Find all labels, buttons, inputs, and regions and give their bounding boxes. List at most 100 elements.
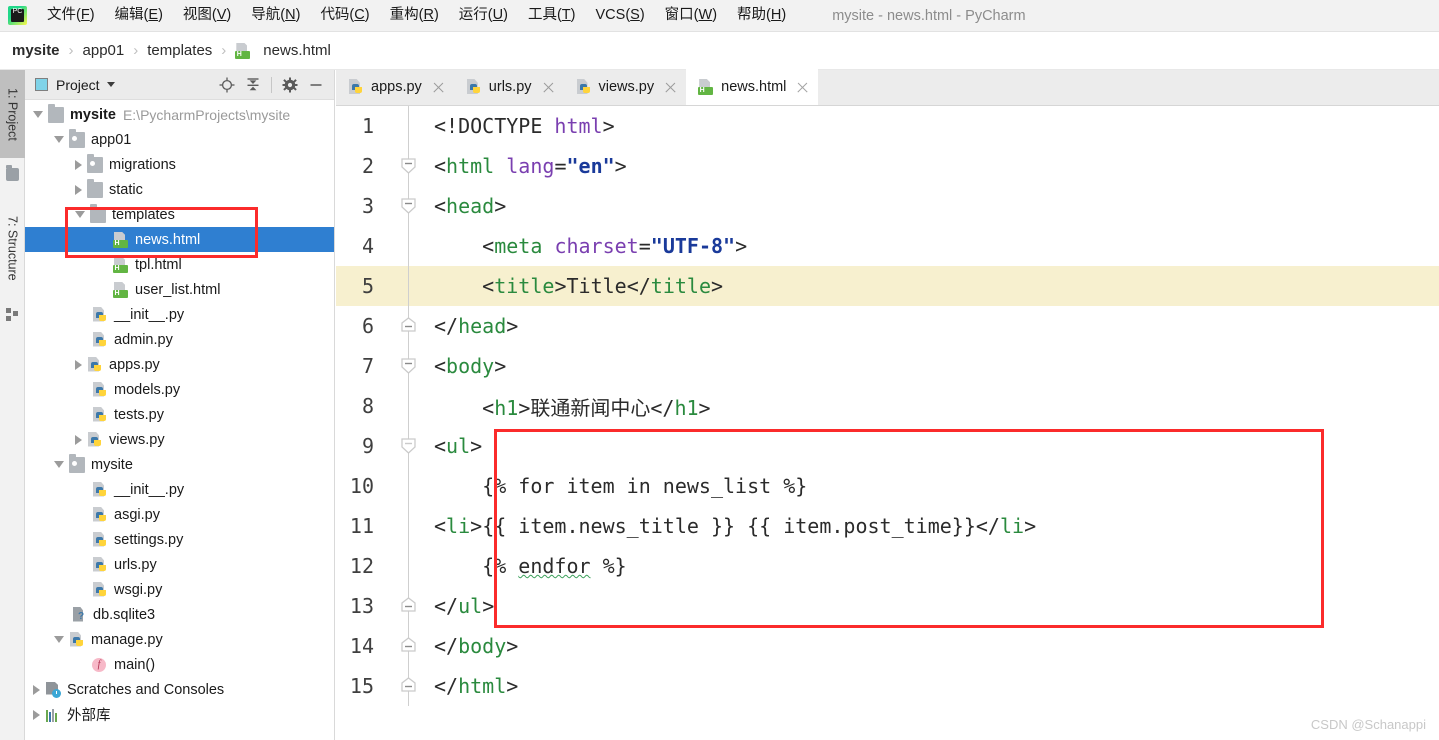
- tree-node-asgi-py[interactable]: asgi.py: [25, 502, 334, 527]
- minimize-icon[interactable]: [308, 77, 324, 93]
- code-line-14[interactable]: 14</body>: [336, 626, 1439, 666]
- chevron-down-icon[interactable]: [54, 461, 64, 468]
- code-line-13[interactable]: 13</ul>: [336, 586, 1439, 626]
- menu-item-1[interactable]: 文件(F): [37, 4, 105, 27]
- code-editor[interactable]: 1<!DOCTYPE html>2<html lang="en">3<head>…: [336, 106, 1439, 740]
- close-icon[interactable]: [664, 81, 677, 94]
- tree-node-static[interactable]: static: [25, 177, 334, 202]
- menu-item-4[interactable]: 导航(N): [241, 4, 310, 27]
- menu-item-8[interactable]: 工具(T): [518, 4, 586, 27]
- tree-node-news-html[interactable]: Hnews.html: [25, 227, 334, 252]
- tree-node-scratches-and-consoles[interactable]: Scratches and Consoles: [25, 677, 334, 702]
- fold-marker-icon[interactable]: [398, 155, 419, 176]
- code-line-8[interactable]: 8 <h1>联通新闻中心</h1>: [336, 386, 1439, 426]
- fold-gutter[interactable]: [388, 146, 430, 186]
- tree-node-app01[interactable]: app01: [25, 127, 334, 152]
- chevron-right-icon[interactable]: [33, 710, 40, 720]
- editor-tab-apps-py[interactable]: apps.py: [336, 69, 454, 105]
- code-line-7[interactable]: 7<body>: [336, 346, 1439, 386]
- menu-item-9[interactable]: VCS(S): [586, 4, 655, 27]
- tree-node-mysite[interactable]: mysiteE:\PycharmProjects\mysite: [25, 102, 334, 127]
- locate-target-icon[interactable]: [219, 77, 235, 93]
- code-line-12[interactable]: 12 {% endfor %}: [336, 546, 1439, 586]
- tree-node---init---py[interactable]: __init__.py: [25, 477, 334, 502]
- code-line-9[interactable]: 9<ul>: [336, 426, 1439, 466]
- tree-node-migrations[interactable]: migrations: [25, 152, 334, 177]
- menu-item-11[interactable]: 帮助(H): [727, 4, 796, 27]
- menu-item-7[interactable]: 运行(U): [449, 4, 518, 27]
- code-line-4[interactable]: 4 <meta charset="UTF-8">: [336, 226, 1439, 266]
- chevron-right-icon[interactable]: [75, 360, 82, 370]
- menu-item-3[interactable]: 视图(V): [173, 4, 241, 27]
- fold-marker-icon[interactable]: [398, 195, 419, 216]
- fold-gutter[interactable]: [388, 626, 430, 666]
- fold-gutter[interactable]: [388, 346, 430, 386]
- code-line-15[interactable]: 15</html>: [336, 666, 1439, 706]
- menu-item-2[interactable]: 编辑(E): [105, 4, 173, 27]
- fold-gutter[interactable]: [388, 586, 430, 626]
- breadcrumb-item-app01[interactable]: app01: [83, 42, 125, 59]
- collapse-all-icon[interactable]: [245, 77, 261, 93]
- fold-gutter[interactable]: [388, 266, 430, 306]
- tree-node-apps-py[interactable]: apps.py: [25, 352, 334, 377]
- tree-node-admin-py[interactable]: admin.py: [25, 327, 334, 352]
- chevron-right-icon[interactable]: [75, 435, 82, 445]
- tree-node-settings-py[interactable]: settings.py: [25, 527, 334, 552]
- editor-tab-urls-py[interactable]: urls.py: [454, 69, 564, 105]
- tree-node-main--[interactable]: fmain(): [25, 652, 334, 677]
- tree-node-tests-py[interactable]: tests.py: [25, 402, 334, 427]
- editor-tab-views-py[interactable]: views.py: [564, 69, 687, 105]
- settings-gear-icon[interactable]: [282, 77, 298, 93]
- breadcrumb-item-templates[interactable]: templates: [147, 42, 212, 59]
- code-line-3[interactable]: 3<head>: [336, 186, 1439, 226]
- fold-marker-icon[interactable]: [398, 315, 419, 336]
- fold-marker-icon[interactable]: [398, 355, 419, 376]
- fold-gutter[interactable]: [388, 426, 430, 466]
- fold-marker-icon[interactable]: [398, 675, 419, 696]
- fold-gutter[interactable]: [388, 186, 430, 226]
- chevron-right-icon[interactable]: [75, 160, 82, 170]
- editor-tab-news-html[interactable]: Hnews.html: [686, 69, 818, 105]
- menu-item-10[interactable]: 窗口(W): [655, 4, 727, 27]
- fold-marker-icon[interactable]: [398, 435, 419, 456]
- code-line-10[interactable]: 10 {% for item in news_list %}: [336, 466, 1439, 506]
- tree-node-wsgi-py[interactable]: wsgi.py: [25, 577, 334, 602]
- close-icon[interactable]: [542, 81, 555, 94]
- menu-item-5[interactable]: 代码(C): [310, 4, 379, 27]
- tree-node-templates[interactable]: templates: [25, 202, 334, 227]
- chevron-down-icon[interactable]: [54, 136, 64, 143]
- chevron-down-icon[interactable]: [75, 211, 85, 218]
- code-line-5[interactable]: 5 <title>Title</title>: [336, 266, 1439, 306]
- sidebar-tab-project[interactable]: 1: Project: [0, 70, 25, 158]
- close-icon[interactable]: [432, 81, 445, 94]
- tree-node-urls-py[interactable]: urls.py: [25, 552, 334, 577]
- fold-gutter[interactable]: [388, 546, 430, 586]
- code-line-11[interactable]: 11<li>{{ item.news_title }} {{ item.post…: [336, 506, 1439, 546]
- fold-gutter[interactable]: [388, 226, 430, 266]
- chevron-down-icon[interactable]: [107, 82, 115, 87]
- fold-gutter[interactable]: [388, 506, 430, 546]
- chevron-down-icon[interactable]: [33, 111, 43, 118]
- close-icon[interactable]: [796, 81, 809, 94]
- tree-node-mysite[interactable]: mysite: [25, 452, 334, 477]
- tree-node-tpl-html[interactable]: Htpl.html: [25, 252, 334, 277]
- code-line-6[interactable]: 6</head>: [336, 306, 1439, 346]
- breadcrumb-item-news-html[interactable]: Hnews.html: [235, 42, 331, 59]
- fold-gutter[interactable]: [388, 666, 430, 706]
- fold-marker-icon[interactable]: [398, 635, 419, 656]
- tree-node-models-py[interactable]: models.py: [25, 377, 334, 402]
- breadcrumb-item-mysite[interactable]: mysite: [12, 42, 60, 59]
- fold-gutter[interactable]: [388, 466, 430, 506]
- fold-gutter[interactable]: [388, 306, 430, 346]
- code-line-2[interactable]: 2<html lang="en">: [336, 146, 1439, 186]
- chevron-down-icon[interactable]: [54, 636, 64, 643]
- fold-gutter[interactable]: [388, 106, 430, 146]
- sidebar-tab-structure[interactable]: 7: Structure: [0, 198, 25, 298]
- project-tree[interactable]: mysiteE:\PycharmProjects\mysiteapp01migr…: [25, 100, 334, 740]
- chevron-right-icon[interactable]: [75, 185, 82, 195]
- tree-node-manage-py[interactable]: manage.py: [25, 627, 334, 652]
- tree-node-db-sqlite3[interactable]: ?db.sqlite3: [25, 602, 334, 627]
- fold-marker-icon[interactable]: [398, 595, 419, 616]
- menu-item-6[interactable]: 重构(R): [380, 4, 449, 27]
- tree-node-views-py[interactable]: views.py: [25, 427, 334, 452]
